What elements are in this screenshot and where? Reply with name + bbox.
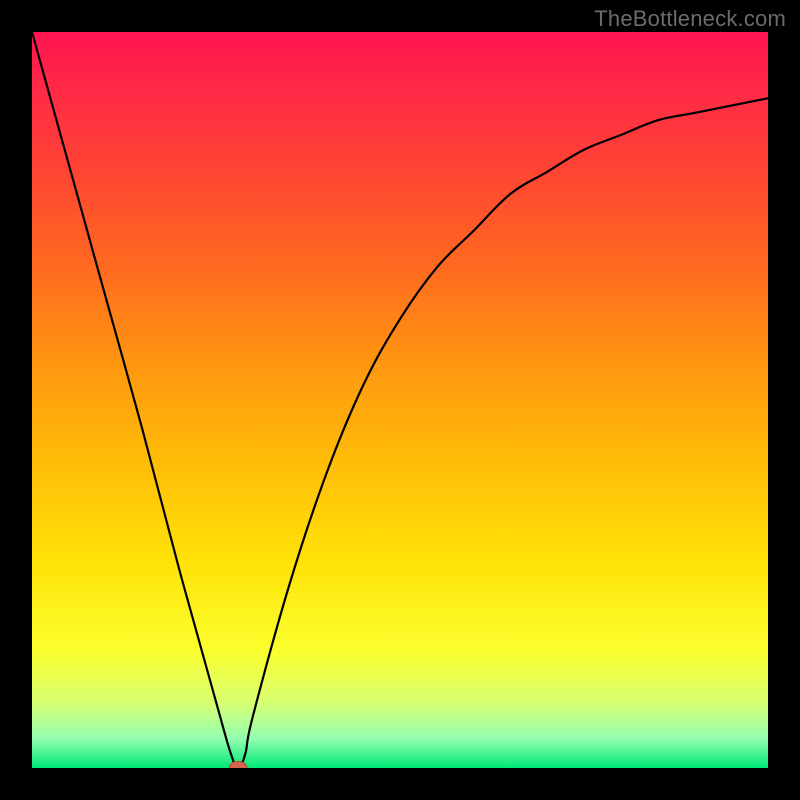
bottleneck-curve: [32, 32, 768, 768]
watermark-text: TheBottleneck.com: [594, 6, 786, 32]
chart-frame: TheBottleneck.com: [0, 0, 800, 800]
plot-area: [32, 32, 768, 768]
chart-svg: [32, 32, 768, 768]
minimum-marker: [229, 761, 247, 768]
